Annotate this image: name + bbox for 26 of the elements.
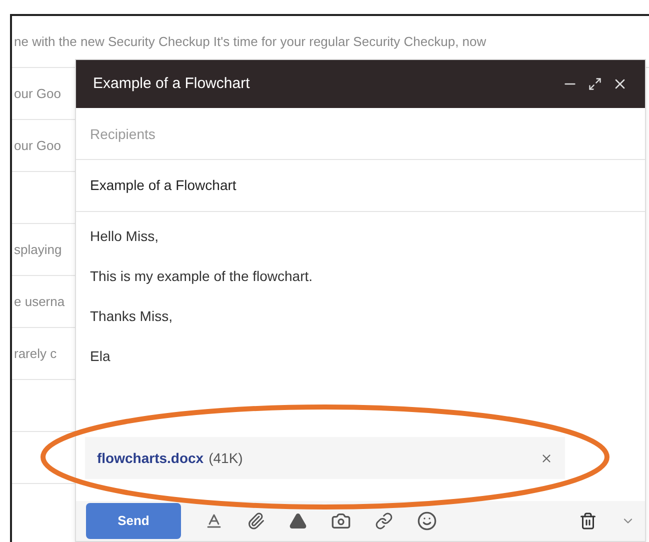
email-snippet: our Goo [14, 136, 61, 155]
body-text: This is my example of the flowchart. [90, 267, 314, 286]
triangle-icon[interactable] [289, 512, 307, 530]
attachment-name[interactable]: flowcharts.docx [97, 448, 204, 468]
body-text: Thanks Miss, [90, 307, 174, 326]
body-text: Ela [90, 347, 112, 366]
email-snippet: ne with the new Security Checkup It's time for your regular Security Checkup, now [14, 32, 486, 51]
attachment-size: (41K) [208, 448, 243, 468]
recipients-field[interactable]: Recipients [76, 108, 645, 160]
email-snippet: rarely c [14, 344, 57, 363]
formatting-icon[interactable] [205, 512, 223, 530]
link-icon[interactable] [375, 512, 393, 530]
email-snippet: e userna [14, 292, 65, 311]
window-title: Example of a Flowchart [93, 74, 250, 94]
attachment-chip[interactable]: flowcharts.docx (41K) [85, 437, 565, 479]
body-text: Hello Miss, [90, 227, 160, 246]
send-button[interactable]: Send [86, 503, 181, 539]
email-snippet: splaying [14, 240, 62, 259]
trash-icon[interactable] [579, 512, 597, 530]
maximize-icon[interactable] [588, 77, 602, 91]
subject-field[interactable]: Example of a Flowchart [90, 175, 236, 196]
camera-icon[interactable] [331, 511, 351, 531]
emoji-icon[interactable] [417, 511, 437, 531]
paperclip-icon[interactable] [247, 512, 265, 530]
email-snippet: our Goo [14, 84, 61, 103]
remove-attachment-icon[interactable] [540, 452, 553, 464]
